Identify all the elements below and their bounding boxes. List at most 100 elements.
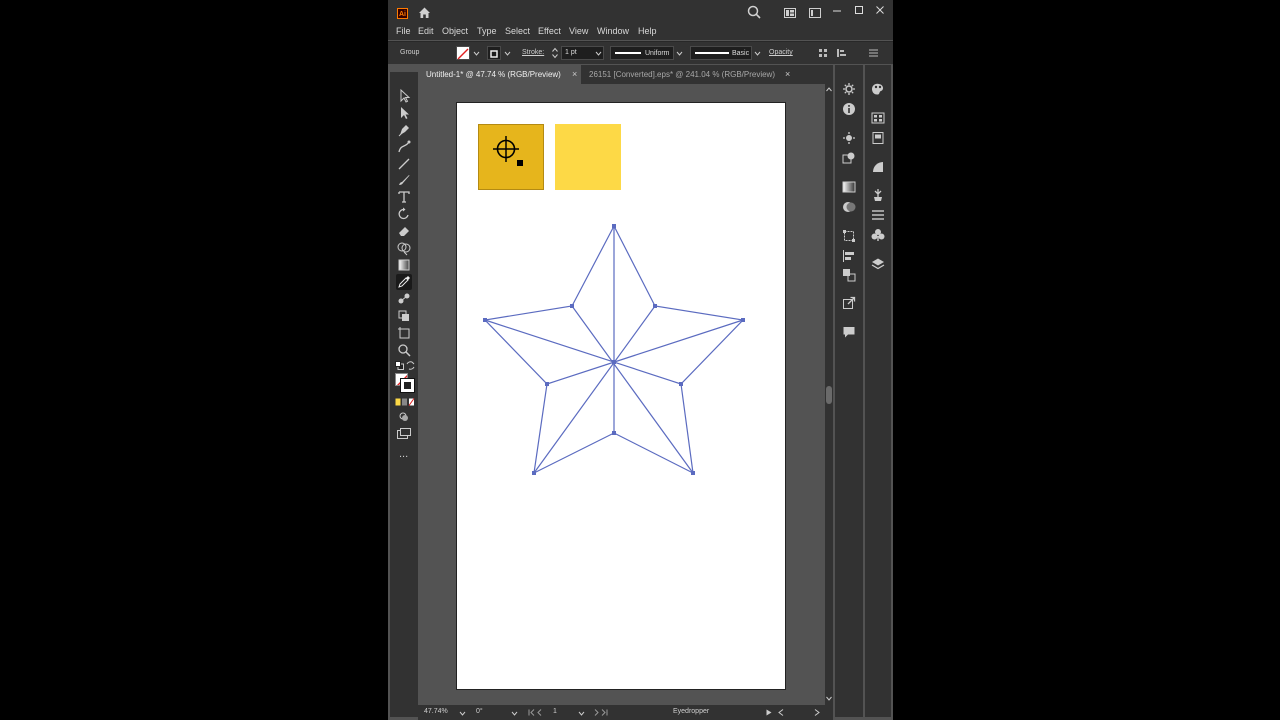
transparency-icon[interactable] bbox=[842, 200, 856, 214]
chevron-down-icon[interactable] bbox=[676, 50, 683, 57]
vertical-scrollbar[interactable] bbox=[825, 84, 833, 705]
anchor-point[interactable] bbox=[483, 318, 487, 322]
artboard-number[interactable]: 1 bbox=[553, 708, 557, 715]
scroll-right-icon[interactable] bbox=[814, 709, 820, 716]
chevron-up-icon[interactable] bbox=[826, 87, 832, 92]
home-icon[interactable] bbox=[418, 6, 431, 19]
variable-width-profile[interactable]: Uniform bbox=[610, 46, 674, 60]
pen-tool-icon[interactable] bbox=[396, 122, 412, 138]
gradient-panel-icon[interactable] bbox=[842, 180, 856, 194]
anchor-point[interactable] bbox=[691, 471, 695, 475]
layers-icon[interactable] bbox=[871, 257, 885, 271]
brushes-icon[interactable] bbox=[871, 188, 885, 202]
artboard-tool-icon[interactable] bbox=[396, 325, 412, 341]
maximize-icon[interactable] bbox=[854, 5, 864, 15]
menu-type[interactable]: Type bbox=[477, 26, 497, 36]
color-mode-icons[interactable] bbox=[395, 398, 415, 406]
first-previous-artboard-icon[interactable] bbox=[528, 709, 546, 716]
chevron-down-icon[interactable] bbox=[754, 50, 761, 57]
menu-object[interactable]: Object bbox=[442, 26, 468, 36]
info-icon[interactable] bbox=[842, 102, 856, 116]
tab-close-button[interactable]: × bbox=[785, 65, 790, 84]
menu-help[interactable]: Help bbox=[638, 26, 657, 36]
canvas-area[interactable] bbox=[418, 84, 825, 705]
gradient-tool-icon[interactable] bbox=[396, 257, 412, 273]
swatches-icon[interactable] bbox=[871, 111, 885, 125]
layers-list-icon[interactable] bbox=[871, 208, 885, 222]
menu-effect[interactable]: Effect bbox=[538, 26, 561, 36]
anchor-point[interactable] bbox=[612, 224, 616, 228]
opacity-label[interactable]: Opacity bbox=[769, 49, 793, 56]
chevron-down-icon[interactable] bbox=[511, 710, 518, 717]
chevron-down-icon[interactable] bbox=[459, 710, 466, 717]
stroke-panel-icon[interactable] bbox=[871, 160, 885, 174]
anchor-point[interactable] bbox=[612, 360, 616, 364]
play-icon[interactable] bbox=[766, 709, 772, 716]
stroke-label[interactable]: Stroke: bbox=[522, 49, 544, 56]
chevron-down-icon[interactable] bbox=[826, 696, 832, 701]
blend-tool-icon[interactable] bbox=[396, 291, 412, 307]
menu-window[interactable]: Window bbox=[597, 26, 629, 36]
brush-definition[interactable]: Basic bbox=[690, 46, 752, 60]
chevron-down-icon[interactable] bbox=[578, 710, 585, 717]
appearance-icon[interactable] bbox=[842, 131, 856, 145]
menu-file[interactable]: File bbox=[396, 26, 411, 36]
workspace-switcher-icon[interactable] bbox=[809, 8, 821, 18]
menu-select[interactable]: Select bbox=[505, 26, 530, 36]
scroll-left-icon[interactable] bbox=[778, 709, 784, 716]
draw-mode-icon[interactable] bbox=[399, 412, 409, 422]
rotation-value[interactable]: 0° bbox=[476, 708, 483, 715]
chevron-down-icon[interactable] bbox=[473, 50, 480, 57]
shape-builder-tool-icon[interactable] bbox=[396, 240, 412, 256]
anchor-point[interactable] bbox=[653, 304, 657, 308]
rotate-tool-icon[interactable] bbox=[396, 206, 412, 222]
transform-icon[interactable] bbox=[836, 48, 848, 58]
close-icon[interactable] bbox=[875, 5, 885, 15]
anchor-point[interactable] bbox=[545, 382, 549, 386]
anchor-point[interactable] bbox=[532, 471, 536, 475]
pathfinder-icon[interactable] bbox=[842, 268, 856, 282]
direct-selection-tool-icon[interactable] bbox=[396, 105, 412, 121]
align-panel-icon[interactable] bbox=[842, 249, 856, 263]
arrange-documents-icon[interactable] bbox=[784, 8, 796, 18]
line-segment-tool-icon[interactable] bbox=[396, 156, 412, 172]
stroke-color-swatch[interactable] bbox=[487, 46, 501, 60]
anchor-point[interactable] bbox=[741, 318, 745, 322]
type-tool-icon[interactable] bbox=[396, 189, 412, 205]
stepper-icon[interactable] bbox=[552, 47, 558, 59]
eyedropper-tool[interactable] bbox=[396, 274, 412, 290]
selection-tool-icon[interactable] bbox=[396, 88, 412, 104]
menu-view[interactable]: View bbox=[569, 26, 588, 36]
search-icon[interactable] bbox=[747, 5, 761, 19]
anchor-point[interactable] bbox=[612, 431, 616, 435]
stroke-weight-field[interactable]: 1 pt bbox=[561, 46, 604, 60]
tab-close-button[interactable]: × bbox=[572, 65, 577, 84]
color-guide-icon[interactable] bbox=[871, 82, 885, 96]
export-icon[interactable] bbox=[842, 296, 856, 310]
next-last-artboard-icon[interactable] bbox=[590, 709, 608, 716]
graphic-styles-icon[interactable] bbox=[842, 151, 856, 165]
swap-colors-icon[interactable] bbox=[406, 361, 415, 370]
stroke-indicator[interactable] bbox=[400, 378, 415, 393]
paintbrush-tool-icon[interactable] bbox=[396, 172, 412, 188]
chevron-down-icon[interactable] bbox=[504, 50, 511, 57]
eraser-tool-icon[interactable] bbox=[396, 223, 412, 239]
properties-icon[interactable] bbox=[842, 82, 856, 96]
tab-26151-converted[interactable]: 26151 [Converted].eps* @ 241.04 % (RGB/P… bbox=[581, 65, 796, 84]
minimize-icon[interactable] bbox=[832, 6, 842, 16]
menu-list-icon[interactable] bbox=[868, 48, 879, 58]
comments-icon[interactable] bbox=[842, 325, 856, 339]
tab-untitled-1[interactable]: Untitled-1* @ 47.74 % (RGB/Preview) bbox=[418, 65, 581, 84]
default-colors-icon[interactable] bbox=[395, 361, 404, 370]
anchor-point[interactable] bbox=[570, 304, 574, 308]
artboard[interactable] bbox=[456, 102, 786, 690]
live-paint-tool-icon[interactable] bbox=[396, 308, 412, 324]
zoom-level[interactable]: 47.74% bbox=[424, 708, 448, 715]
menu-edit[interactable]: Edit bbox=[418, 26, 434, 36]
libraries-icon[interactable] bbox=[871, 131, 885, 145]
screen-mode-icon[interactable] bbox=[397, 428, 411, 439]
transform-panel-icon[interactable] bbox=[842, 229, 856, 243]
star-artwork[interactable] bbox=[457, 103, 787, 691]
anchor-point[interactable] bbox=[679, 382, 683, 386]
symbols-icon[interactable] bbox=[871, 228, 885, 242]
